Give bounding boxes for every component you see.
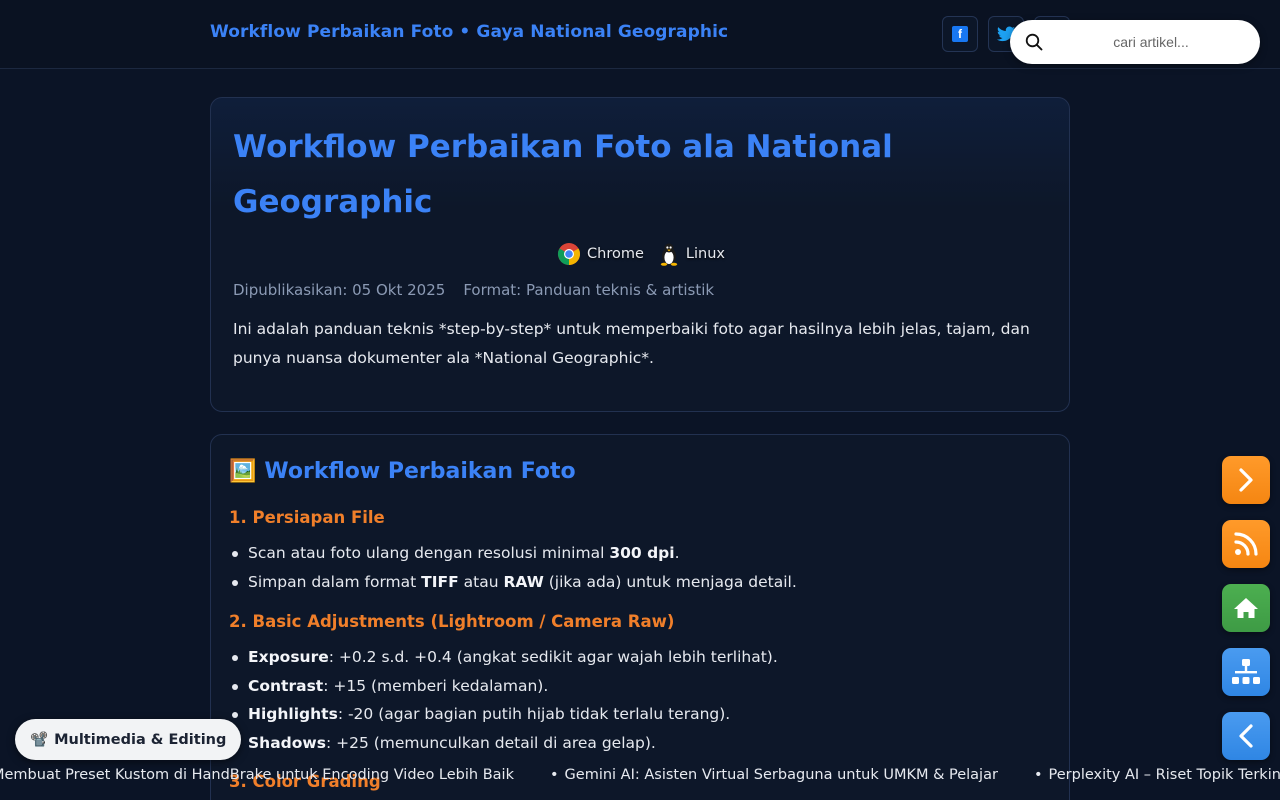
list-item: Simpan dalam format TIFF atau RAW (jika … [229, 568, 797, 597]
article-format: Format: Panduan teknis & artistik [463, 281, 715, 299]
workflow-card: 🖼️ Workflow Perbaikan Foto 1. Persiapan … [210, 434, 1070, 800]
search-icon [1025, 33, 1043, 51]
site-title[interactable]: Workflow Perbaikan Foto • Gaya National … [210, 22, 728, 42]
search-box[interactable] [1010, 20, 1260, 64]
step-list-2: Exposure: +0.2 s.d. +0.4 (angkat sedikit… [229, 643, 778, 758]
linux-icon [660, 243, 678, 266]
facebook-share-button[interactable]: f [942, 16, 978, 52]
chevron-right-icon [1239, 468, 1253, 492]
environment-badges: Chrome Linux [211, 242, 1071, 266]
chrome-icon [558, 243, 581, 265]
ticker-link[interactable]: •Perplexity AI – Riset Topik Terkini Jad… [1034, 767, 1280, 783]
article-meta: Dipublikasikan: 05 Okt 2025 Format: Pand… [233, 281, 714, 299]
sitemap-icon [1232, 659, 1260, 684]
news-ticker: Membuat Preset Kustom di HandBrake untuk… [0, 763, 1280, 791]
rss-feed-button[interactable] [1222, 520, 1270, 568]
publish-date: Dipublikasikan: 05 Okt 2025 [233, 281, 446, 299]
bullet-icon: • [1033, 767, 1043, 783]
home-icon [1234, 598, 1258, 618]
home-button[interactable] [1222, 584, 1270, 632]
list-item: Highlights: -20 (agar bagian putih hijab… [229, 700, 778, 729]
step-heading-1: 1. Persiapan File [229, 508, 385, 527]
ticker-link[interactable]: • Gemini AI: Asisten Virtual Serbaguna un… [550, 767, 1034, 783]
article-lead: Ini adalah panduan teknis *step-by-step*… [233, 320, 1030, 367]
env-label-linux: Linux [685, 246, 725, 262]
list-item: Shadows: +25 (memunculkan detail di area… [229, 729, 778, 758]
next-article-button[interactable] [1222, 456, 1270, 504]
facebook-icon: f [952, 26, 968, 42]
article-header-card: Workflow Perbaikan Foto ala National Geo… [210, 97, 1070, 412]
list-item: Scan atau foto ulang dengan resolusi min… [229, 539, 797, 568]
env-label-chrome: Chrome [587, 246, 644, 262]
ticker-link[interactable]: Membuat Preset Kustom di HandBrake untuk… [0, 767, 550, 783]
search-input[interactable] [1056, 28, 1246, 56]
category-label: Multimedia & Editing [54, 731, 227, 748]
ticker-track: Membuat Preset Kustom di HandBrake untuk… [0, 767, 1280, 783]
step-list-1: Scan atau foto ulang dengan resolusi min… [229, 539, 797, 596]
section-title-text: Workflow Perbaikan Foto [264, 459, 576, 484]
previous-article-button[interactable] [1222, 712, 1270, 760]
step-heading-2: 2. Basic Adjustments (Lightroom / Camera… [229, 612, 675, 631]
rss-icon [1234, 532, 1258, 556]
film-projector-icon: 📽️ [30, 732, 49, 748]
list-item: Contrast: +15 (memberi kedalaman). [229, 672, 778, 701]
sitemap-button[interactable] [1222, 648, 1270, 696]
env-linux: Linux [658, 242, 725, 266]
bullet-icon: • [549, 767, 559, 783]
chevron-left-icon [1239, 724, 1253, 748]
article-title: Workflow Perbaikan Foto ala National Geo… [233, 129, 893, 220]
env-chrome: Chrome [557, 242, 644, 266]
list-item: Exposure: +0.2 s.d. +0.4 (angkat sedikit… [229, 643, 778, 672]
category-pill[interactable]: 📽️ Multimedia & Editing [15, 719, 242, 760]
picture-frame-icon: 🖼️ [229, 459, 257, 484]
top-navbar: Workflow Perbaikan Foto • Gaya National … [0, 0, 1280, 69]
section-title: 🖼️ Workflow Perbaikan Foto [229, 459, 576, 484]
